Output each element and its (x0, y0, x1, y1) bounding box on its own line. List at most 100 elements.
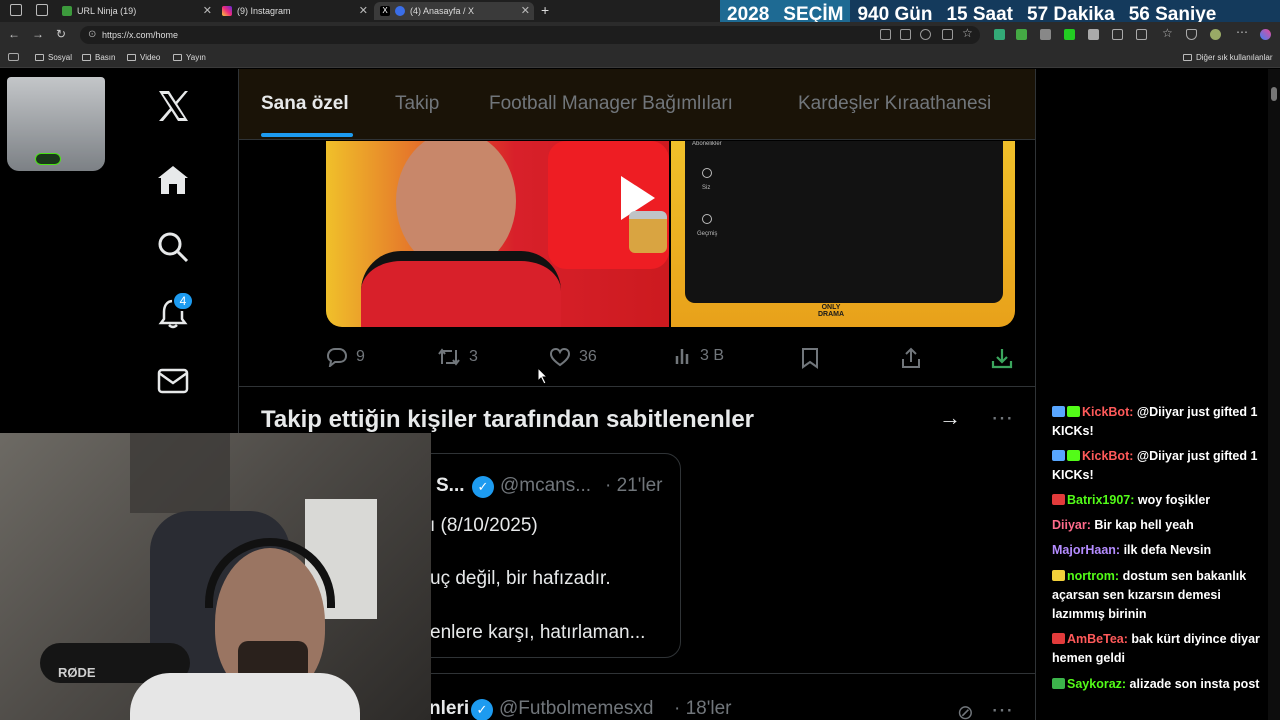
notification-count-badge: 4 (172, 291, 194, 311)
x-logo-icon[interactable] (155, 88, 191, 124)
streamer-webcam: RØDE (0, 433, 431, 720)
card-handle: @mcans... (500, 475, 592, 496)
heart-icon (549, 347, 571, 367)
close-tab-icon[interactable]: ✕ (521, 4, 530, 17)
more-options-icon[interactable]: ⋯ (991, 697, 1013, 720)
repost-button[interactable]: 3 (437, 347, 478, 367)
tab-sana-ozel[interactable]: Sana özel (261, 93, 349, 115)
extension-icon[interactable] (1064, 29, 1075, 40)
reply-count: 9 (356, 348, 365, 365)
kick-logo-icon (35, 153, 61, 165)
post-media-image[interactable]: Abonelikler Siz Geçmiş ONLY DRAMA (326, 141, 1015, 327)
tab-takip[interactable]: Takip (395, 93, 439, 115)
card-line-3: enlere karşı, hatırlaman... (430, 622, 646, 643)
padlock-icon (629, 211, 667, 253)
extension-icon[interactable] (1016, 29, 1027, 40)
card-time: · 21'ler (605, 475, 663, 496)
other-bookmarks-folder[interactable]: Diğer sık kullanılanlar (1183, 53, 1272, 62)
emote-icon (1067, 406, 1080, 417)
home-icon[interactable] (155, 162, 191, 198)
share-icon[interactable] (942, 29, 953, 40)
chat-username: Batrix1907: (1067, 493, 1135, 507)
repost-icon (438, 348, 460, 366)
extension-icon[interactable] (1088, 29, 1099, 40)
chat-username: KickBot: (1082, 449, 1134, 463)
tab-label: (4) Anasayfa / X (410, 6, 475, 16)
translate-icon[interactable] (900, 29, 911, 40)
card-author-name: S... (436, 475, 465, 496)
stream-glass-overlay (7, 77, 105, 171)
emote-icon (1052, 633, 1065, 644)
browser-tab-instagram[interactable]: (9) Instagram ✕ (216, 2, 372, 20)
share-button[interactable] (901, 347, 921, 369)
search-icon[interactable] (155, 229, 191, 265)
chat-text: woy foşikler (1137, 493, 1211, 507)
user-circle-icon (702, 168, 712, 178)
chat-message: MajorHaan: ilk defa Nevsin (1052, 541, 1274, 560)
bookmark-icon[interactable] (8, 53, 19, 61)
reload-icon[interactable]: ↻ (56, 27, 66, 41)
audio-playing-icon (395, 6, 405, 16)
tab-label: (9) Instagram (237, 6, 291, 16)
forward-icon[interactable]: → (32, 27, 44, 41)
back-icon[interactable]: ← (8, 27, 20, 41)
bookmark-folder-video[interactable]: Video (127, 53, 160, 62)
close-tab-icon[interactable]: ✕ (203, 4, 212, 17)
zoom-icon[interactable] (920, 29, 931, 40)
chat-message: AmBeTea: bak kürt diyince diyar hemen ge… (1052, 630, 1274, 668)
favorites-icon[interactable]: ☆ (1162, 26, 1173, 40)
grok-icon[interactable]: ⊘ (957, 700, 974, 720)
chat-message: nortrom: dostum sen bakanlık açarsan sen… (1052, 567, 1274, 624)
bookmark-button[interactable] (801, 347, 819, 369)
url-input[interactable]: ⊙ https://x.com/home (80, 26, 980, 44)
tab-football-manager[interactable]: Football Manager Bağımlıları (489, 93, 733, 115)
chat-text: ilk defa Nevsin (1123, 543, 1212, 557)
arrow-right-icon[interactable]: → (939, 405, 961, 431)
card-line-2: uç değil, bir hafızadır. (430, 568, 611, 589)
download-icon (991, 349, 1013, 369)
scrollbar-thumb[interactable] (1271, 87, 1277, 101)
bookmark-folder-sosyal[interactable]: Sosyal (35, 53, 72, 62)
workspaces-icon[interactable] (10, 4, 22, 16)
read-aloud-icon[interactable] (880, 29, 891, 40)
chat-message: Diiyar: Bir kap hell yeah (1052, 516, 1274, 535)
tab-actions-icon[interactable] (36, 4, 48, 16)
close-tab-icon[interactable]: ✕ (359, 4, 368, 17)
site-info-icon[interactable]: ⊙ (88, 29, 96, 40)
folder-icon (173, 54, 182, 61)
split-screen-icon[interactable] (1136, 29, 1147, 40)
hoodie-shape (361, 251, 561, 327)
like-button[interactable]: 36 (549, 347, 597, 367)
reply-icon (326, 348, 348, 367)
download-button[interactable] (991, 347, 1013, 369)
chat-message: KickBot: @Diiyar just gifted 1 KICKs! (1052, 403, 1274, 441)
more-options-icon[interactable]: ⋯ (991, 405, 1013, 431)
messages-mail-icon[interactable] (155, 363, 191, 399)
extension-icon[interactable] (994, 29, 1005, 40)
more-menu-icon[interactable]: ⋯ (1236, 25, 1248, 39)
extension-icon[interactable] (1040, 29, 1051, 40)
shield-icon[interactable] (1186, 29, 1197, 40)
url-ninja-icon (62, 6, 72, 16)
mouse-cursor-icon (537, 367, 549, 385)
page-scrollbar[interactable] (1268, 69, 1280, 720)
tab-kardesler-kiraathanesi[interactable]: Kardeşler Kıraathanesi (798, 93, 991, 115)
bookmark-folder-yayin[interactable]: Yayın (173, 53, 206, 62)
browser-tab-urlninja[interactable]: URL Ninja (19) ✕ (56, 2, 216, 20)
favorite-star-icon[interactable]: ☆ (962, 26, 973, 40)
new-tab-button[interactable]: + (541, 2, 549, 18)
only-drama-logo: ONLY DRAMA (817, 304, 845, 318)
pinned-post-card[interactable]: S... ✓ @mcans... · 21'ler ı (8/10/2025) … (399, 453, 681, 658)
folder-icon (127, 54, 136, 61)
bookmark-folder-basin[interactable]: Basın (82, 53, 115, 62)
extensions-puzzle-icon[interactable] (1112, 29, 1123, 40)
rode-logo: RØDE (58, 665, 96, 680)
profile-avatar-icon[interactable] (1210, 29, 1221, 40)
reply-button[interactable]: 9 (326, 347, 365, 367)
browser-tab-x[interactable]: X (4) Anasayfa / X ✕ (374, 2, 534, 20)
views-button[interactable]: 3 B (674, 347, 724, 365)
menu-subscriptions-label: Abonelikler (692, 141, 722, 147)
copilot-icon[interactable] (1260, 29, 1271, 40)
address-bar-row: ← → ↻ ⊙ https://x.com/home ☆ ☆ ⋯ (0, 22, 1280, 48)
next-post-author: nleri (429, 698, 470, 719)
